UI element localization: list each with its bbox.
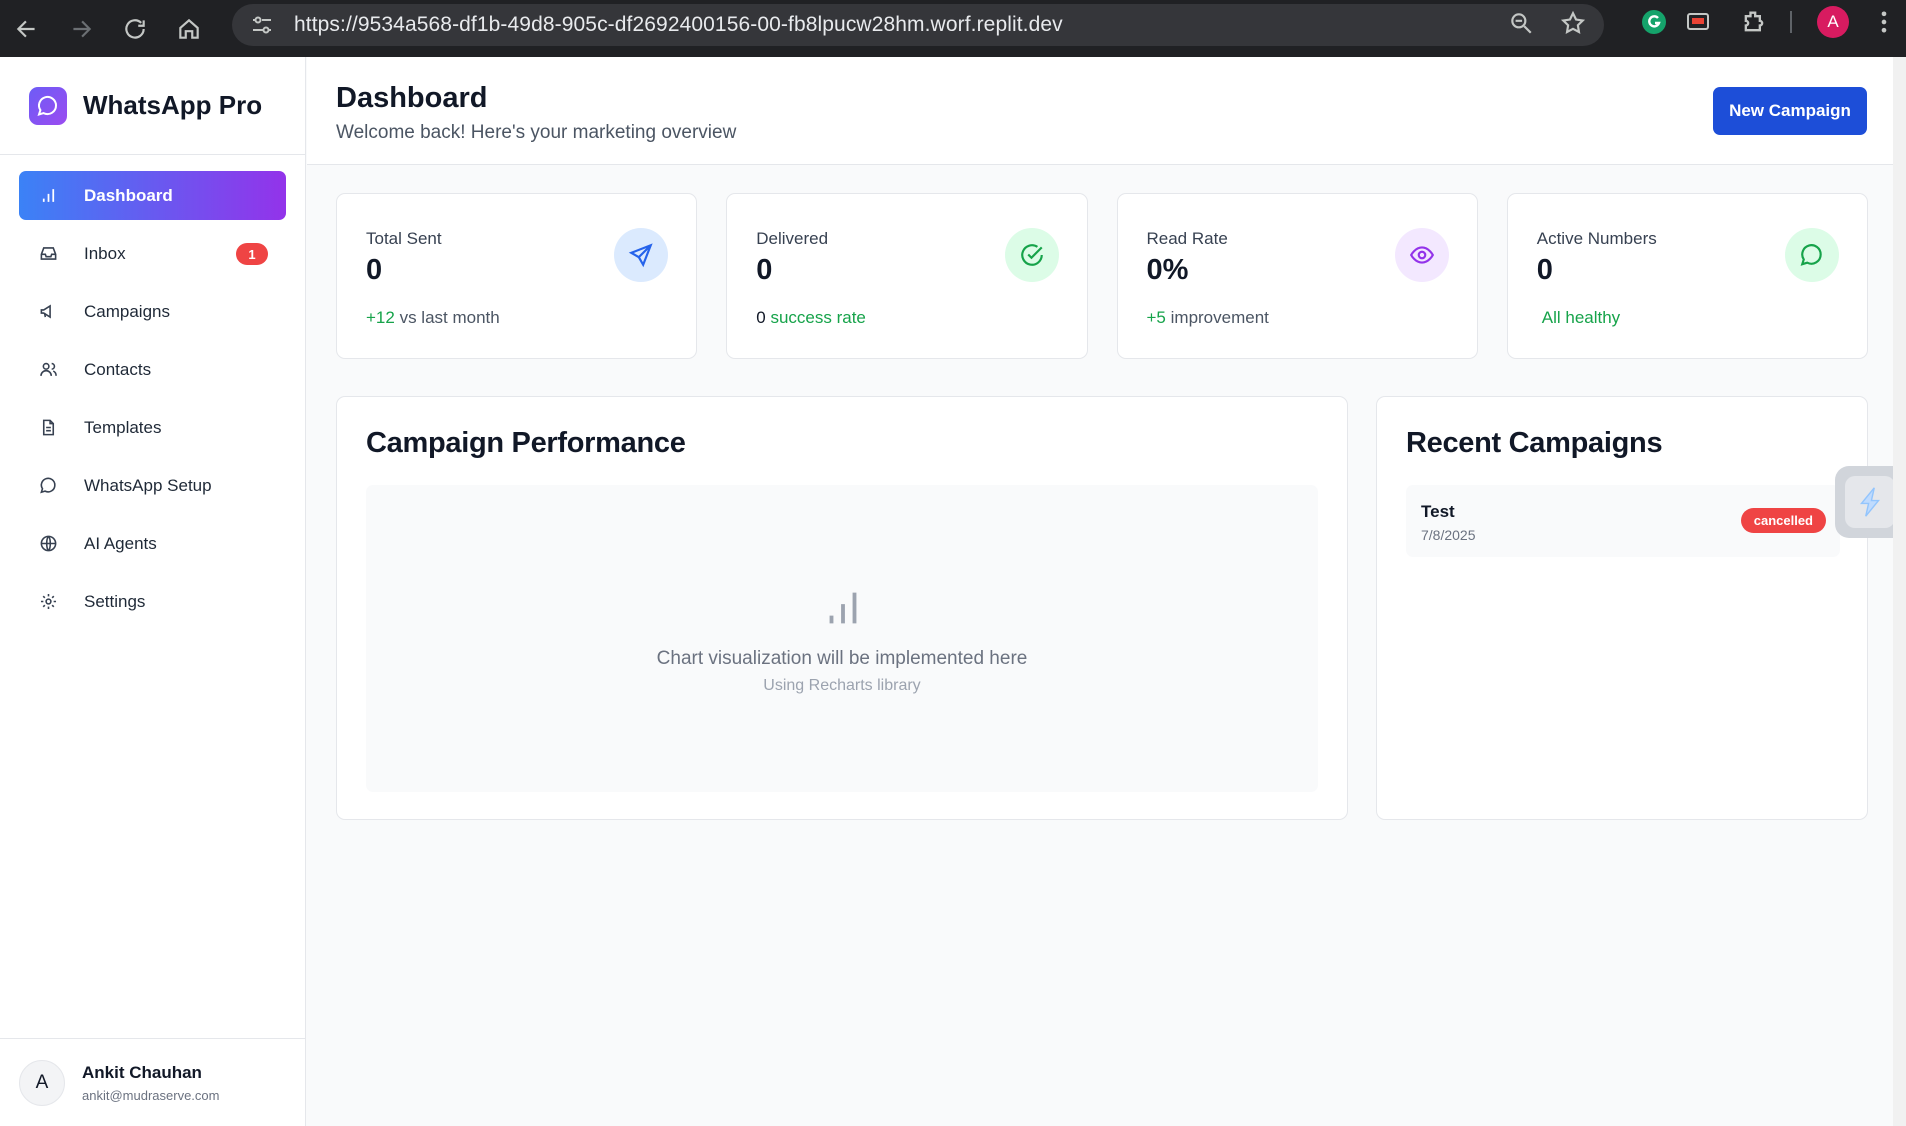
stat-footnote-text: improvement [1170, 308, 1269, 327]
brand[interactable]: WhatsApp Pro [0, 57, 305, 155]
chart-placeholder-subtext: Using Recharts library [763, 677, 921, 694]
message-circle-icon [1785, 228, 1839, 282]
stat-title: Read Rate [1146, 229, 1228, 248]
page-header: Dashboard Welcome back! Here's your mark… [307, 57, 1893, 165]
stat-footnote: All healthy [1537, 308, 1620, 328]
sidebar-item-label: Campaigns [84, 301, 170, 321]
megaphone-icon [37, 301, 59, 323]
user-name: Ankit Chauhan [82, 1062, 202, 1082]
list-item[interactable]: Test 7/8/2025 cancelled [1406, 485, 1840, 557]
avatar: A [19, 1059, 65, 1106]
campaign-name: Test [1421, 502, 1455, 521]
new-campaign-button[interactable]: New Campaign [1713, 87, 1867, 135]
eye-icon [1394, 228, 1449, 282]
inbox-icon [37, 243, 59, 265]
stat-value: 0 [366, 254, 383, 286]
user-email: ankit@mudraserve.com [82, 1087, 220, 1103]
stat-footnote: 0 success rate [756, 308, 866, 328]
campaign-performance-card: Campaign Performance Chart visualization… [336, 396, 1348, 820]
sidebar-nav: Dashboard Inbox 1 Campaigns Contacts Tem… [0, 155, 305, 626]
stat-change: 0 [756, 308, 766, 327]
card-title: Campaign Performance [366, 427, 686, 459]
sidebar-item-label: Inbox [84, 243, 126, 263]
sidebar-item-campaigns[interactable]: Campaigns [19, 287, 286, 336]
inbox-unread-badge: 1 [236, 243, 268, 265]
address-bar[interactable]: https://9534a568-df1b-49d8-905c-df269240… [232, 4, 1604, 46]
browser-toolbar: https://9534a568-df1b-49d8-905c-df269240… [0, 0, 1906, 57]
card-title: Recent Campaigns [1406, 427, 1663, 459]
stat-footnote-text: All healthy [1541, 308, 1621, 327]
users-icon [37, 359, 59, 381]
message-circle-icon [37, 475, 59, 497]
site-settings-icon[interactable] [248, 11, 276, 39]
stats-row: Total Sent 0 +12 vs last month Delivered… [336, 193, 1868, 359]
cast-extension-icon[interactable] [1674, 0, 1722, 44]
stat-footnote-text: success rate [770, 308, 866, 327]
chart-placeholder: Chart visualization will be implemented … [366, 485, 1318, 792]
back-icon[interactable] [0, 7, 54, 51]
page-subtitle: Welcome back! Here's your marketing over… [336, 122, 737, 143]
sidebar-item-label: WhatsApp Setup [84, 475, 212, 495]
stat-footnote: +12 vs last month [366, 308, 500, 328]
zoom-icon[interactable] [1508, 10, 1534, 41]
stat-title: Delivered [756, 229, 829, 248]
sidebar-item-ai-agents[interactable]: AI Agents [19, 519, 286, 568]
send-icon [614, 228, 669, 282]
globe-icon [37, 533, 59, 555]
stat-footnote: +5 improvement [1147, 308, 1269, 328]
home-icon[interactable] [162, 7, 216, 51]
gear-icon [37, 591, 59, 613]
chart-placeholder-text: Chart visualization will be implemented … [656, 648, 1028, 669]
sidebar-item-label: Contacts [84, 359, 152, 379]
stat-change: +12 [366, 308, 395, 327]
sidebar-item-whatsapp-setup[interactable]: WhatsApp Setup [19, 461, 286, 510]
stat-footnote-text: vs last month [399, 308, 500, 327]
file-text-icon [37, 417, 59, 439]
user-profile[interactable]: A Ankit Chauhan ankit@mudraserve.com [0, 1038, 306, 1126]
sidebar-item-label: Settings [84, 591, 146, 611]
stat-card-delivered: Delivered 0 0 success rate [726, 193, 1088, 359]
sidebar-item-dashboard[interactable]: Dashboard [19, 171, 286, 220]
grammarly-extension-icon[interactable] [1630, 0, 1678, 44]
page-title: Dashboard [336, 82, 488, 114]
stat-value: 0% [1146, 254, 1189, 286]
brand-logo-icon [29, 86, 67, 125]
page-scrollbar[interactable] [1893, 57, 1906, 1126]
forward-icon[interactable] [54, 7, 108, 51]
brand-name: WhatsApp Pro [83, 90, 263, 120]
main-content: Dashboard Welcome back! Here's your mark… [307, 57, 1893, 1126]
lightning-icon [1845, 476, 1895, 528]
sidebar-item-settings[interactable]: Settings [19, 577, 286, 626]
sidebar: WhatsApp Pro Dashboard Inbox 1 Campaigns [0, 57, 306, 1126]
stat-change: +5 [1146, 308, 1166, 327]
sidebar-item-label: Dashboard [84, 185, 173, 205]
toolbar-divider [1790, 11, 1792, 33]
recent-campaigns-card: Recent Campaigns Test 7/8/2025 cancelled [1376, 396, 1868, 820]
sidebar-item-contacts[interactable]: Contacts [19, 345, 286, 394]
reload-icon[interactable] [108, 7, 162, 51]
profile-initial: A [1817, 6, 1849, 38]
stat-value: 0 [1536, 254, 1553, 286]
sidebar-item-templates[interactable]: Templates [19, 403, 286, 452]
stat-title: Active Numbers [1536, 229, 1657, 248]
stat-title: Total Sent [366, 229, 442, 248]
sidebar-item-inbox[interactable]: Inbox 1 [19, 229, 286, 278]
status-badge: cancelled [1740, 508, 1826, 533]
bookmark-star-icon[interactable] [1560, 10, 1586, 41]
stat-card-total-sent: Total Sent 0 +12 vs last month [336, 193, 698, 359]
stat-card-active-numbers: Active Numbers 0 All healthy [1506, 193, 1868, 359]
sidebar-item-label: AI Agents [84, 533, 157, 553]
check-circle-icon [1004, 228, 1059, 282]
sidebar-item-label: Templates [84, 417, 162, 437]
browser-menu-icon[interactable] [1870, 0, 1898, 44]
bar-chart-icon [829, 592, 857, 624]
url-text[interactable]: https://9534a568-df1b-49d8-905c-df269240… [294, 13, 1063, 37]
campaign-date: 7/8/2025 [1421, 527, 1476, 543]
stat-card-read-rate: Read Rate 0% +5 improvement [1116, 193, 1478, 359]
stat-value: 0 [756, 254, 773, 286]
profile-avatar[interactable]: A [1815, 0, 1851, 44]
extensions-puzzle-icon[interactable] [1730, 0, 1778, 44]
bar-chart-icon [37, 185, 59, 207]
